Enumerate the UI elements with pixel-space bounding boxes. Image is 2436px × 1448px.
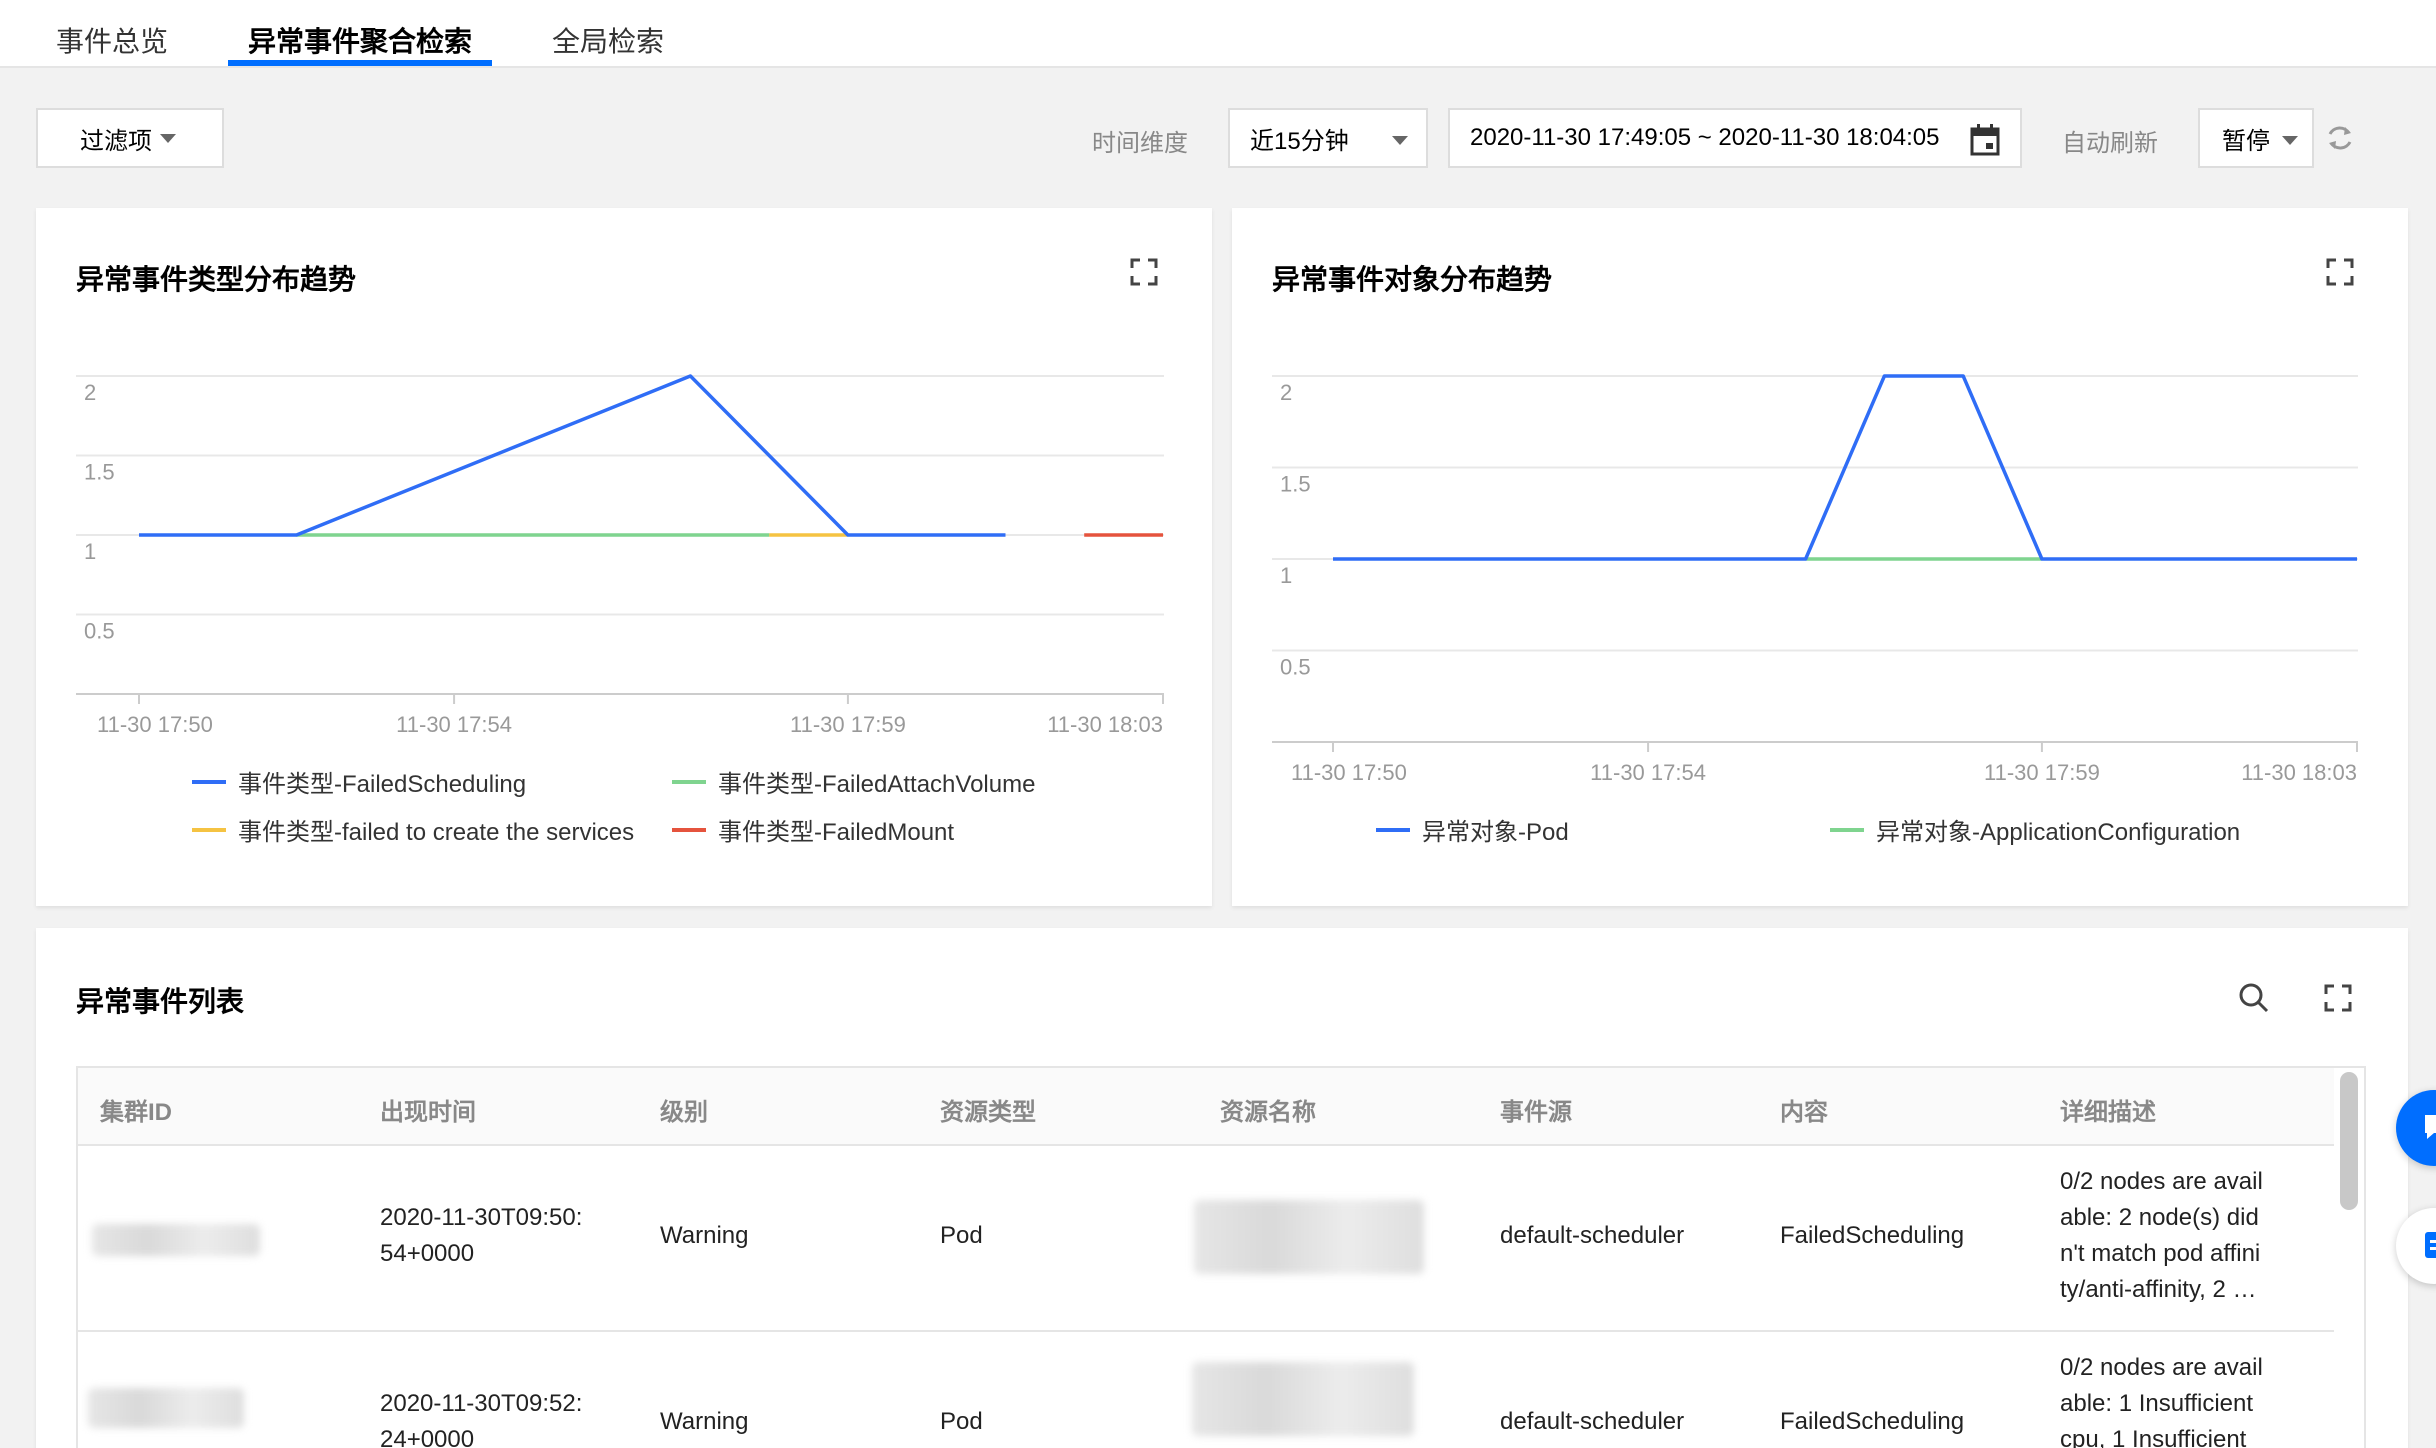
legend-item[interactable]: 异常对象-ApplicationConfiguration [1830, 812, 2240, 847]
occurrence-time: 2020-11-30T09:50: 54+0000 [380, 1204, 583, 1267]
chevron-down-icon [2282, 136, 2298, 145]
event-level: Warning [660, 1408, 749, 1435]
column-header[interactable]: 级别 [660, 1092, 708, 1127]
column-header[interactable]: 出现时间 [380, 1092, 476, 1127]
event-source: default-scheduler [1500, 1408, 1685, 1435]
x-tick-label: 11-30 17:54 [1590, 760, 1706, 785]
legend-swatch [1830, 827, 1864, 832]
table-scrollbar[interactable] [2340, 1072, 2358, 1210]
auto-refresh-select-value: 暂停 [2222, 127, 2270, 155]
tab-global-search[interactable]: 全局检索 [552, 20, 664, 60]
event-type-line-chart: 2 1.5 1 0.5 11-30 17:50 11-30 17:54 11-30 17:5… [76, 374, 1164, 737]
table-row[interactable]: 2020-11-30T09:50: 54+0000 Warning Pod de… [78, 1146, 2334, 1332]
fullscreen-icon[interactable] [2324, 984, 2352, 1012]
legend-label: 事件类型-FailedMount [718, 819, 955, 846]
active-tab-indicator [228, 60, 492, 66]
table-header: 集群ID 出现时间 级别 资源类型 资源名称 事件源 内容 详细描述 [78, 1068, 2334, 1146]
event-type-chart-card: 异常事件类型分布趋势 2 1.5 1 0.5 11-30 17:50 11-30 17:5… [36, 208, 1212, 906]
event-object-line-chart: 2 1.5 1 0.5 11-30 17:50 11-30 17:54 11-30 17:5… [1272, 374, 2358, 785]
column-header[interactable]: 资源名称 [1220, 1092, 1316, 1127]
tab-bar: 事件总览 异常事件聚合检索 全局检索 [0, 0, 2436, 68]
legend-label: 事件类型-failed to create the services [238, 819, 635, 846]
redacted-cluster-id [92, 1224, 260, 1256]
time-range-value: 2020-11-30 17:49:05 ~ 2020-11-30 18:04:0… [1470, 124, 1940, 151]
legend-item[interactable]: 事件类型-FailedScheduling [192, 764, 526, 799]
column-header[interactable]: 资源类型 [940, 1092, 1036, 1127]
refresh-icon[interactable] [2324, 122, 2356, 154]
time-dimension-label: 时间维度 [1092, 130, 1188, 157]
legend-item[interactable]: 事件类型-FailedMount [672, 812, 954, 847]
chat-icon [2425, 1115, 2436, 1139]
x-tick-label: 11-30 17:50 [97, 712, 213, 737]
y-tick-label: 1.5 [84, 460, 115, 485]
time-range-select-value: 近15分钟 [1250, 127, 1349, 155]
redacted-resource-name [1194, 1200, 1424, 1274]
y-tick-label: 2 [84, 380, 96, 405]
x-tick-label: 11-30 17:59 [790, 712, 906, 737]
event-content: FailedScheduling [1780, 1408, 1965, 1435]
time-range-picker[interactable]: 2020-11-30 17:49:05 ~ 2020-11-30 18:04:0… [1448, 108, 2022, 168]
event-content: FailedScheduling [1780, 1222, 1965, 1249]
calendar-icon [1970, 124, 2000, 156]
table-row[interactable]: 2020-11-30T09:52: 24+0000 Warning Pod de… [78, 1332, 2334, 1448]
legend-label: 异常对象-ApplicationConfiguration [1876, 819, 2241, 846]
y-tick-label: 2 [1280, 380, 1292, 405]
event-list-title: 异常事件列表 [76, 986, 245, 1017]
legend-swatch [672, 827, 706, 832]
y-tick-label: 1 [1280, 563, 1292, 588]
legend-swatch [192, 827, 226, 832]
y-tick-label: 0.5 [84, 619, 115, 644]
legend-item[interactable]: 异常对象-Pod [1376, 812, 1569, 847]
legend-label: 事件类型-FailedScheduling [238, 771, 527, 798]
event-table: 集群ID 出现时间 级别 资源类型 资源名称 事件源 内容 详细描述 2020-… [76, 1066, 2366, 1448]
legend-swatch [1376, 827, 1410, 832]
resource-type: Pod [940, 1408, 983, 1435]
legend-swatch [192, 779, 226, 784]
y-tick-label: 1.5 [1280, 472, 1311, 497]
filter-button[interactable]: 过滤项 [36, 108, 224, 168]
event-level: Warning [660, 1222, 749, 1249]
auto-refresh-label: 自动刷新 [2062, 130, 2158, 157]
filter-label: 过滤项 [80, 127, 152, 155]
tab-event-overview[interactable]: 事件总览 [56, 20, 168, 60]
x-tick-label: 11-30 18:03 [1047, 712, 1163, 737]
document-icon [2425, 1232, 2436, 1258]
x-tick-label: 11-30 17:50 [1291, 760, 1407, 785]
tab-abnormal-event-search[interactable]: 异常事件聚合检索 [248, 20, 472, 60]
event-detail[interactable]: 0/2 nodes are avail able: 2 node(s) did … [2060, 1164, 2263, 1308]
column-header[interactable]: 内容 [1780, 1092, 1828, 1127]
legend-label: 异常对象-Pod [1422, 819, 1569, 846]
x-tick-label: 11-30 18:03 [2241, 760, 2357, 785]
legend-item[interactable]: 事件类型-FailedAttachVolume [672, 764, 1035, 799]
y-tick-label: 1 [84, 539, 96, 564]
column-header[interactable]: 详细描述 [2060, 1092, 2156, 1127]
resource-type: Pod [940, 1222, 983, 1249]
chevron-down-icon [1392, 136, 1408, 145]
chevron-down-icon [160, 133, 176, 143]
auto-refresh-select[interactable]: 暂停 [2198, 108, 2314, 168]
time-range-select[interactable]: 近15分钟 [1228, 108, 1428, 168]
search-icon[interactable] [2238, 982, 2270, 1014]
event-source: default-scheduler [1500, 1222, 1685, 1249]
event-object-chart-card: 异常事件对象分布趋势 2 1.5 1 0.5 11-30 17:50 11-30 17:5… [1232, 208, 2408, 906]
x-tick-label: 11-30 17:54 [396, 712, 512, 737]
event-detail[interactable]: 0/2 nodes are avail able: 1 Insufficient… [2060, 1350, 2263, 1448]
legend-swatch [672, 779, 706, 784]
column-header[interactable]: 集群ID [100, 1092, 172, 1127]
redacted-cluster-id [88, 1388, 244, 1428]
occurrence-time: 2020-11-30T09:52: 24+0000 [380, 1390, 583, 1448]
redacted-resource-name [1192, 1362, 1414, 1436]
column-header[interactable]: 事件源 [1500, 1092, 1572, 1127]
y-tick-label: 0.5 [1280, 655, 1311, 680]
legend-item[interactable]: 事件类型-failed to create the services [192, 812, 634, 847]
x-tick-label: 11-30 17:59 [1984, 760, 2100, 785]
legend-label: 事件类型-FailedAttachVolume [718, 771, 1036, 798]
